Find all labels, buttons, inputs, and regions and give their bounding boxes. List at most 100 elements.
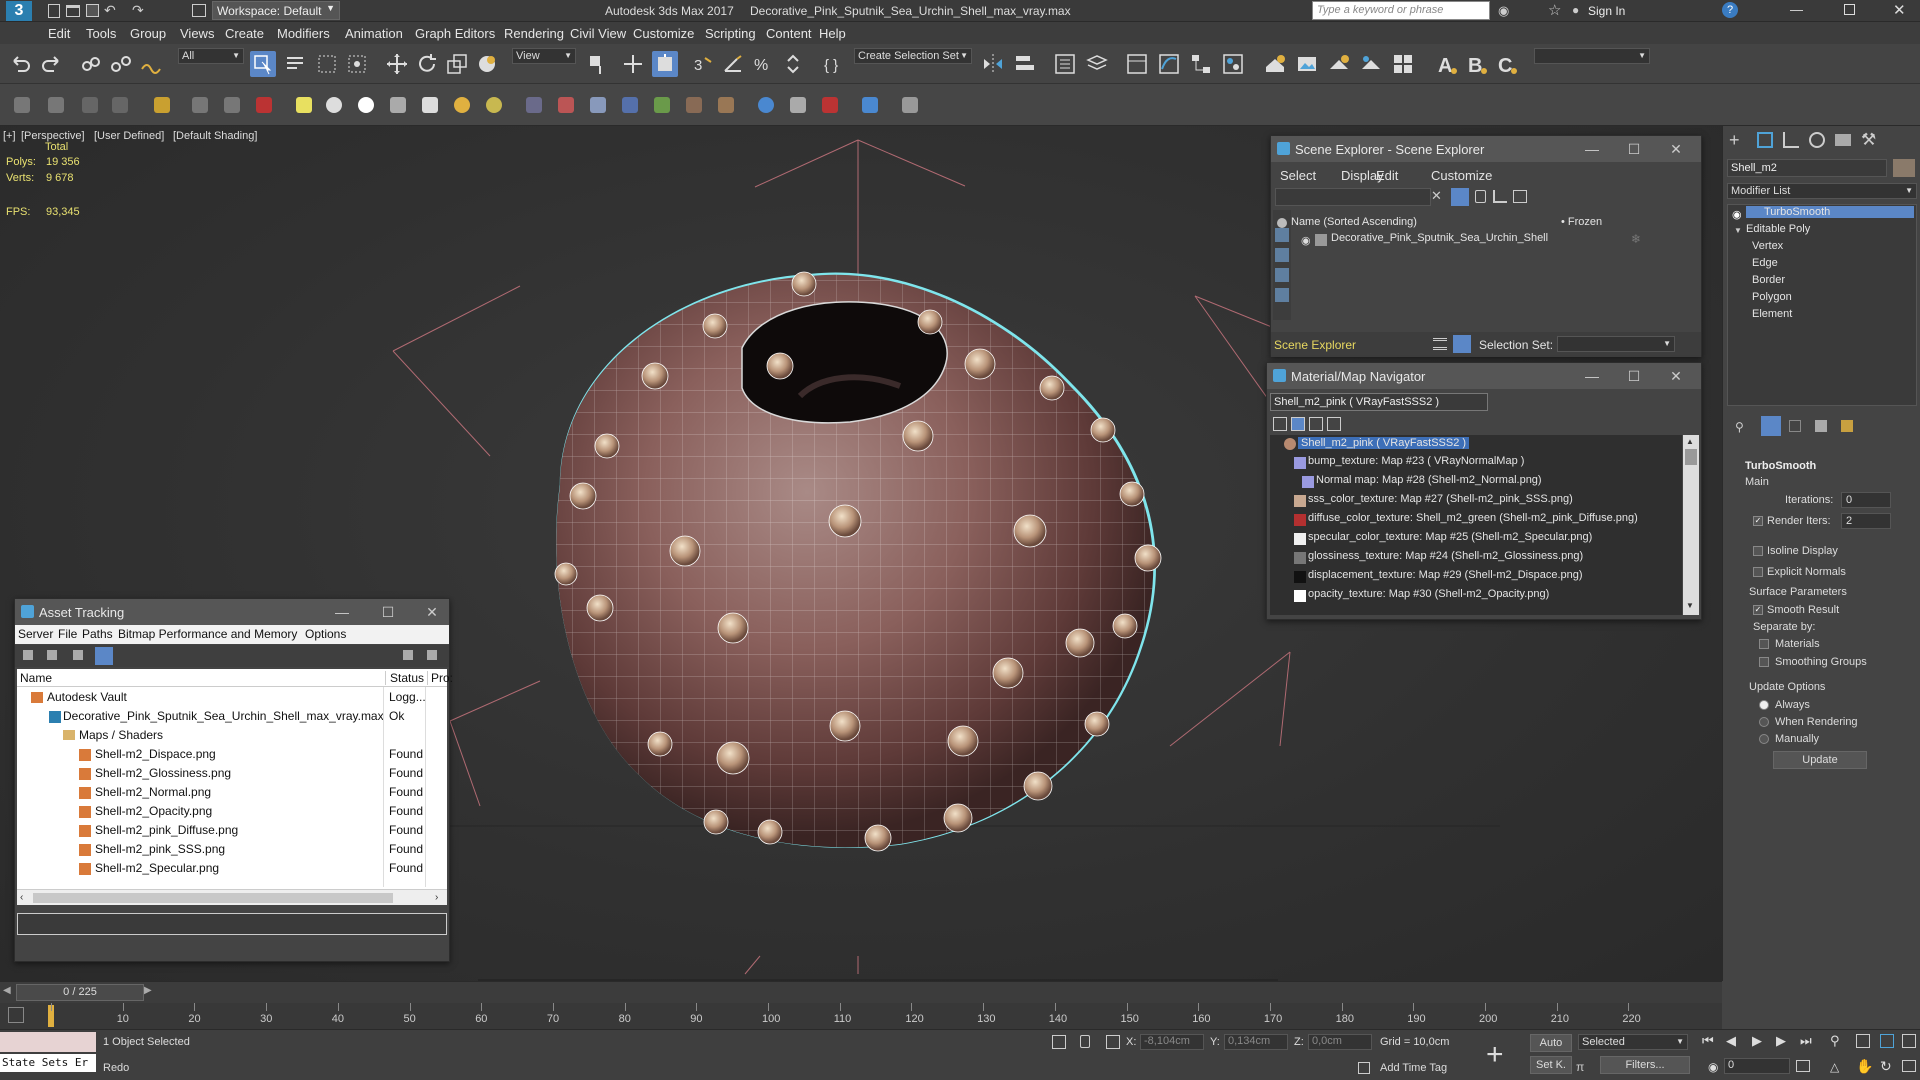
- set-key-button[interactable]: Set K.: [1530, 1056, 1572, 1074]
- show-end-result-icon[interactable]: [1761, 416, 1781, 436]
- time-slider-next-icon[interactable]: ▶: [144, 985, 152, 996]
- vray-mesh-light-icon[interactable]: [390, 97, 406, 113]
- material-tree-scrollbar[interactable]: ▲ ▼: [1683, 435, 1699, 615]
- vray-sphere-icon[interactable]: [256, 97, 272, 113]
- vray-text-c-icon[interactable]: C: [1494, 51, 1520, 77]
- redo-icon[interactable]: ↷: [132, 2, 144, 19]
- track-bar[interactable]: 10 20 30 40 50 60 70 80 90 100 110 120 130 140 150 160 1…: [0, 1003, 1722, 1029]
- edit-named-selection-icon[interactable]: { }: [820, 51, 846, 77]
- vray-tool-a-icon[interactable]: [590, 97, 606, 113]
- menu-civil-view[interactable]: Civil View: [570, 26, 626, 41]
- zoom-extents-all-icon[interactable]: [1902, 1034, 1916, 1048]
- rotate-icon[interactable]: [414, 51, 440, 77]
- stack-item-edge[interactable]: Edge: [1752, 257, 1778, 269]
- table-row[interactable]: Shell-m2_pink_SSS.png: [95, 842, 225, 856]
- select-by-name-icon[interactable]: [282, 51, 308, 77]
- maxscript-listener[interactable]: [0, 1032, 96, 1052]
- scene-explorer-menu-select[interactable]: Select: [1280, 168, 1316, 183]
- menu-graph-editors[interactable]: Graph Editors: [415, 26, 495, 41]
- vray-tool-icon[interactable]: [14, 97, 30, 113]
- asset-menu-server[interactable]: Server: [18, 627, 53, 641]
- display-geometry-icon[interactable]: [1275, 228, 1289, 242]
- stack-item-turbosmooth[interactable]: TurboSmooth: [1746, 206, 1914, 218]
- vray-tool-f-icon[interactable]: [758, 97, 774, 113]
- vray-text-a-icon[interactable]: A: [1434, 51, 1460, 77]
- isoline-display-checkbox[interactable]: [1753, 546, 1763, 556]
- bind-space-warp-icon[interactable]: [138, 51, 164, 77]
- search-input[interactable]: Type a keyword or phrase: [1312, 1, 1490, 20]
- selection-set-icon[interactable]: [1453, 335, 1471, 353]
- workspace-tools-dropdown[interactable]: ▼: [1534, 48, 1650, 64]
- scene-explorer-menu-customize[interactable]: Customize: [1431, 168, 1492, 183]
- scale-icon[interactable]: [444, 51, 470, 77]
- scroll-up-arrow-icon[interactable]: ▲: [1686, 437, 1694, 446]
- configure-sets-icon[interactable]: [1841, 420, 1853, 432]
- scroll-left-arrow-icon[interactable]: ‹: [20, 892, 23, 903]
- vray-text-b-icon[interactable]: B: [1464, 51, 1490, 77]
- column-status-header[interactable]: Status: [385, 671, 424, 685]
- key-filter-icon[interactable]: π: [1576, 1060, 1584, 1074]
- time-slider-prev-icon[interactable]: ◀: [3, 985, 11, 996]
- vray-tool-c-icon[interactable]: [654, 97, 670, 113]
- y-coordinate-field[interactable]: 0,134cm: [1224, 1034, 1288, 1050]
- asset-menu-paths[interactable]: Paths: [82, 627, 113, 641]
- rendered-frame-window-icon[interactable]: [1294, 51, 1320, 77]
- project-folder-icon[interactable]: [192, 4, 206, 17]
- selection-set-dropdown[interactable]: Create Selection Set ▼: [854, 48, 972, 64]
- previous-frame-icon[interactable]: ◀: [1726, 1033, 1736, 1049]
- menu-create[interactable]: Create: [225, 26, 264, 41]
- spinner-snap-icon[interactable]: [780, 51, 806, 77]
- asset-tracking-titlebar[interactable]: Asset Tracking — ☐ ✕: [15, 599, 449, 625]
- material-map-item[interactable]: opacity_texture: Map #30 (Shell-m2_Opaci…: [1308, 588, 1549, 600]
- render-iters-spinner[interactable]: 2: [1841, 513, 1891, 529]
- pivot-icon[interactable]: [584, 51, 610, 77]
- vray-tool-b-icon[interactable]: [622, 97, 638, 113]
- toggle-scene-explorer-icon[interactable]: [1052, 51, 1078, 77]
- lock-icon[interactable]: [1475, 190, 1486, 203]
- unlink-icon[interactable]: [108, 51, 134, 77]
- stack-item-border[interactable]: Border: [1752, 274, 1785, 286]
- material-map-item[interactable]: sss_color_texture: Map #27 (Shell-m2_pin…: [1308, 493, 1573, 505]
- modify-tab-icon[interactable]: [1757, 132, 1773, 148]
- perspective-viewport[interactable]: [+] [Perspective] [User Defined] [Defaul…: [0, 126, 1722, 981]
- explicit-normals-checkbox[interactable]: [1753, 567, 1763, 577]
- iterations-spinner[interactable]: 0: [1841, 492, 1891, 508]
- column-name-header[interactable]: Name: [20, 671, 52, 685]
- selected-dropdown[interactable]: Selected ▼: [1578, 1034, 1688, 1050]
- new-file-icon[interactable]: [48, 4, 60, 18]
- vray-sphere-light-icon[interactable]: [358, 97, 374, 113]
- render-iters-checkbox[interactable]: ✓: [1753, 516, 1763, 526]
- isolate-selection-icon[interactable]: [1052, 1035, 1066, 1049]
- stack-item-vertex[interactable]: Vertex: [1752, 240, 1783, 252]
- binoculars-icon[interactable]: ◉: [1498, 3, 1509, 19]
- orbit-icon[interactable]: ↻: [1880, 1058, 1892, 1075]
- table-row[interactable]: Shell-m2_Normal.png: [95, 785, 211, 799]
- play-icon[interactable]: ▶: [1752, 1033, 1762, 1049]
- vray-dome-icon[interactable]: [112, 97, 128, 113]
- view-large-icons-icon[interactable]: [1327, 417, 1341, 431]
- menu-help[interactable]: Help: [819, 26, 846, 41]
- view-list-icon[interactable]: [1273, 417, 1287, 431]
- table-row[interactable]: Shell-m2_Dispace.png: [95, 747, 216, 761]
- hierarchy-tab-icon[interactable]: [1783, 132, 1799, 148]
- close-icon[interactable]: ✕: [1667, 140, 1685, 158]
- menu-scripting[interactable]: Scripting: [705, 26, 756, 41]
- workspace-dropdown[interactable]: Workspace: Default ▼: [212, 1, 340, 20]
- scroll-thumb[interactable]: [1685, 449, 1697, 465]
- state-sets-label[interactable]: State Sets Er: [0, 1054, 96, 1072]
- select-object-icon[interactable]: [250, 51, 276, 77]
- scroll-right-arrow-icon[interactable]: ›: [435, 892, 438, 903]
- x-coordinate-field[interactable]: -8,104cm: [1140, 1034, 1204, 1050]
- vray-box-icon[interactable]: [326, 97, 342, 113]
- maximize-icon[interactable]: ☐: [379, 603, 397, 621]
- update-always-radio[interactable]: [1759, 700, 1769, 710]
- update-button[interactable]: Update: [1773, 751, 1867, 769]
- maximize-icon[interactable]: ☐: [1625, 140, 1643, 158]
- filter-toggle-icon[interactable]: [1451, 188, 1469, 206]
- asset-view-icon[interactable]: [47, 650, 57, 660]
- rectangular-selection-icon[interactable]: [314, 51, 340, 77]
- smoothing-groups-checkbox[interactable]: [1759, 657, 1769, 667]
- vray-tool-h-icon[interactable]: [822, 97, 838, 113]
- zoom-extents-icon[interactable]: [1880, 1034, 1894, 1048]
- goto-end-icon[interactable]: ⏭: [1800, 1033, 1812, 1049]
